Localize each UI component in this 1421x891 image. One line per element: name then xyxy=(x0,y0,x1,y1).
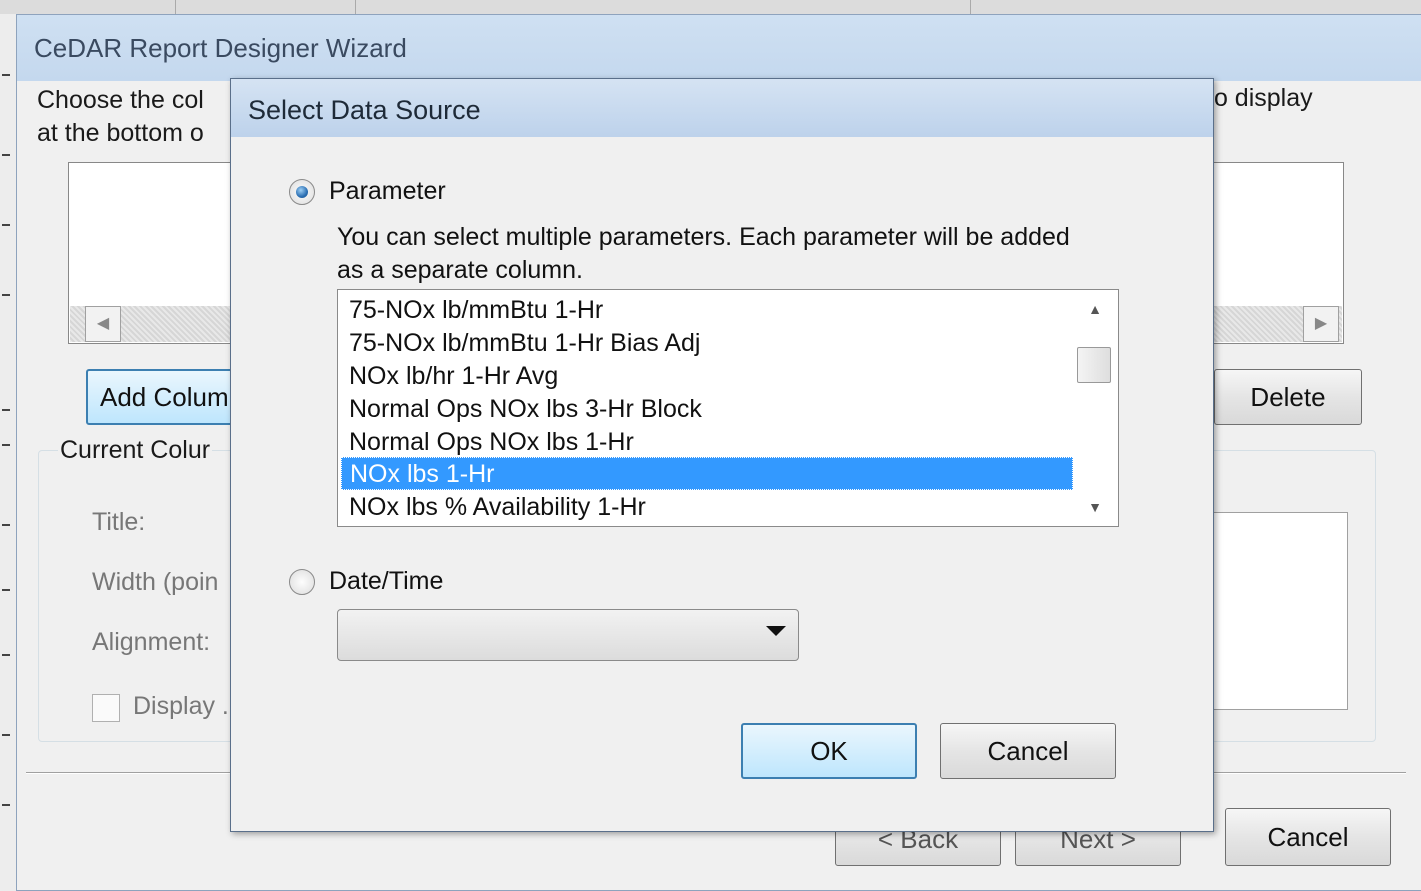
wizard-titlebar: CeDAR Report Designer Wizard xyxy=(17,15,1421,81)
scroll-down-arrow-icon[interactable]: ▼ xyxy=(1073,489,1117,525)
background-window-strip xyxy=(0,0,1421,15)
parameter-description-line: as a separate column. xyxy=(337,256,583,284)
scroll-up-arrow-icon[interactable]: ▲ xyxy=(1073,291,1117,327)
parameter-list[interactable]: 75-NOx lb/mmBtu 1-Hr 75-NOx lb/mmBtu 1-H… xyxy=(337,289,1119,527)
parameter-list-item[interactable]: Normal Ops NOx lbs 3-Hr Block xyxy=(341,393,1073,426)
wizard-instruction-line: at the bottom o xyxy=(37,119,204,147)
dialog-title: Select Data Source xyxy=(248,95,481,125)
scroll-right-arrow-icon[interactable]: ▶ xyxy=(1303,306,1339,342)
select-data-source-dialog: Select Data Source Parameter You can sel… xyxy=(230,78,1214,832)
scrollbar-thumb[interactable] xyxy=(1077,347,1111,383)
datetime-radio[interactable] xyxy=(289,569,315,595)
dropdown-arrow-icon[interactable] xyxy=(766,626,786,636)
parameter-list-item[interactable]: NOx lbs % Availability 1-Hr xyxy=(341,491,1073,524)
current-column-legend: Current Colur xyxy=(58,436,213,465)
background-window-edge xyxy=(0,14,16,891)
parameter-list-item[interactable]: Normal Ops NOx lbs 1-Hr xyxy=(341,426,1073,459)
datetime-dropdown[interactable] xyxy=(337,609,799,661)
wizard-instruction-line: Choose the col xyxy=(37,86,204,114)
alignment-label: Alignment: xyxy=(92,628,211,656)
wizard-title: CeDAR Report Designer Wizard xyxy=(34,33,407,63)
parameter-list-item-selected[interactable]: NOx lbs 1-Hr xyxy=(341,457,1073,490)
background-column-divider xyxy=(145,0,176,14)
parameter-radio-label[interactable]: Parameter xyxy=(329,177,446,206)
scroll-left-arrow-icon[interactable]: ◀ xyxy=(85,306,121,342)
dialog-titlebar: Select Data Source xyxy=(231,79,1213,138)
wizard-cancel-button[interactable]: Cancel xyxy=(1225,808,1391,866)
parameter-list-item[interactable]: 75-NOx lb/mmBtu 1-Hr Bias Adj xyxy=(341,327,1073,360)
parameter-list-item[interactable]: NOx lb/hr 1-Hr Avg xyxy=(341,360,1073,393)
display-checkbox[interactable] xyxy=(92,694,120,722)
parameter-radio[interactable] xyxy=(289,179,315,205)
parameter-description-line: You can select multiple parameters. Each… xyxy=(337,223,1070,251)
parameter-list-item[interactable]: 75-NOx lb/mmBtu 1-Hr xyxy=(341,294,1073,327)
parameter-list-scrollbar[interactable]: ▲ ▼ xyxy=(1073,291,1117,525)
datetime-radio-label[interactable]: Date/Time xyxy=(329,567,443,596)
display-label: Display . xyxy=(133,692,229,720)
background-column-divider xyxy=(355,0,971,14)
wizard-instruction-continuation: to display xyxy=(1207,84,1313,112)
ok-button[interactable]: OK xyxy=(741,723,917,779)
background-column-divider xyxy=(175,0,356,14)
wizard-instructions: Choose the col at the bottom o xyxy=(37,84,204,150)
dialog-cancel-button[interactable]: Cancel xyxy=(940,723,1116,779)
parameter-description: You can select multiple parameters. Each… xyxy=(337,221,1070,287)
delete-button[interactable]: Delete xyxy=(1214,369,1362,425)
width-label: Width (poin xyxy=(92,568,219,596)
title-label: Title: xyxy=(92,508,146,536)
